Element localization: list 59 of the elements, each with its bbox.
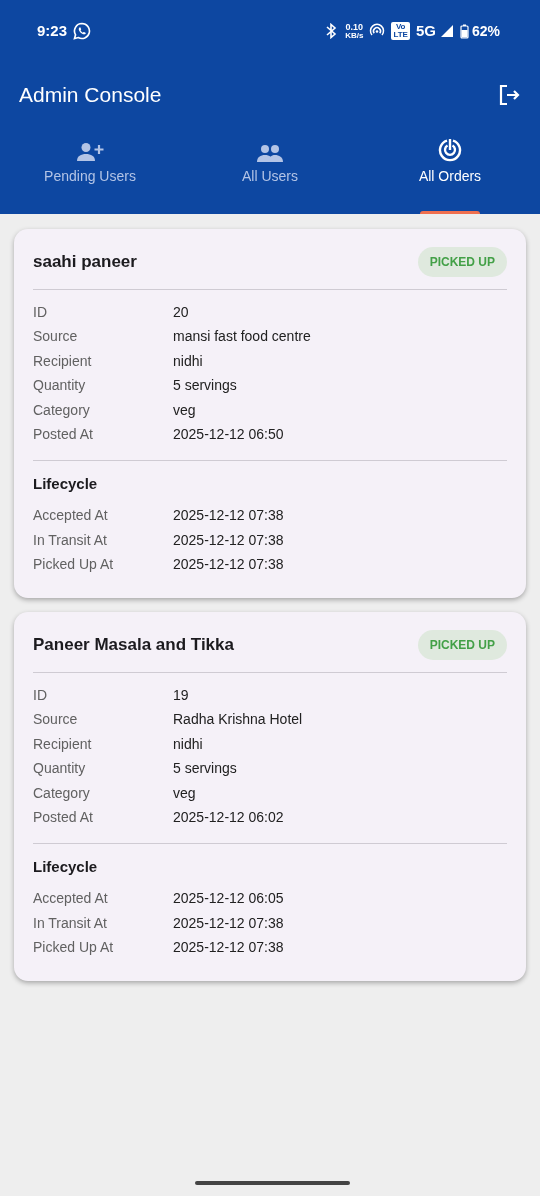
field-label: In Transit At (33, 530, 108, 550)
field-value: 2025-12-12 07:38 (173, 506, 284, 526)
field-label: Recipient (33, 734, 93, 754)
field-label: Accepted At (33, 889, 109, 909)
field-label: Picked Up At (33, 938, 115, 958)
field-value: 2025-12-12 06:50 (173, 425, 284, 445)
section-title: Lifecycle (33, 474, 99, 494)
field-label: In Transit At (33, 913, 108, 933)
field-label: Accepted At (33, 506, 109, 526)
field-label: Picked Up At (33, 555, 115, 575)
field-value: 2025-12-12 06:05 (173, 889, 284, 909)
field-label: Quantity (33, 759, 87, 779)
tab[interactable]: All Orders (360, 128, 540, 214)
field-value: nidhi (173, 734, 203, 754)
field-label: Source (33, 327, 79, 347)
field-label: Category (33, 400, 91, 420)
field-label: Source (33, 710, 79, 730)
section-title: Lifecycle (33, 857, 99, 877)
field-label: Posted At (33, 808, 94, 828)
field-label: Recipient (33, 351, 93, 371)
field-value: veg (173, 783, 196, 803)
battery-percent: 62% (471, 21, 500, 41)
field-value: 2025-12-12 07:38 (173, 938, 284, 958)
field-value: mansi fast food centre (173, 327, 311, 347)
field-value: veg (173, 400, 196, 420)
network-type: 5G (415, 20, 436, 41)
field-label: Posted At (33, 425, 94, 445)
field-value: 2025-12-12 07:38 (173, 530, 284, 550)
field-value: nidhi (173, 351, 203, 371)
field-value: 2025-12-12 07:38 (173, 555, 284, 575)
volte-badge: Vo LTE (391, 22, 410, 40)
tab[interactable]: All Users (180, 128, 360, 214)
logout-icon[interactable] (497, 83, 521, 107)
field-value: 5 servings (173, 759, 237, 779)
order-title: saahi paneer (33, 251, 137, 274)
signal-icon (439, 24, 454, 38)
field-label: Category (33, 783, 91, 803)
status-time: 9:23 (37, 20, 68, 41)
chat-app-icon (73, 22, 92, 40)
app-title: Admin Console (19, 82, 162, 109)
order-title: Paneer Masala and Tikka (33, 634, 234, 657)
field-value: 19 (173, 685, 189, 705)
field-value: Radha Krishna Hotel (173, 710, 303, 730)
tab[interactable]: Pending Users (0, 128, 180, 214)
field-value: 2025-12-12 06:02 (173, 808, 284, 828)
network-speed-unit: KB/s (345, 31, 364, 40)
field-label: ID (33, 685, 48, 705)
bluetooth-icon (325, 23, 338, 39)
field-value: 5 servings (173, 376, 237, 396)
status-badge: PICKED UP (417, 630, 507, 660)
person-add-icon (76, 142, 104, 162)
field-label: Quantity (33, 376, 87, 396)
people-icon (256, 144, 284, 162)
network-speed: 0.10 (345, 22, 364, 32)
status-badge: PICKED UP (417, 247, 507, 277)
battery-icon (459, 23, 469, 39)
field-value: 20 (173, 302, 189, 322)
field-label: ID (33, 302, 48, 322)
field-value: 2025-12-12 07:38 (173, 913, 284, 933)
